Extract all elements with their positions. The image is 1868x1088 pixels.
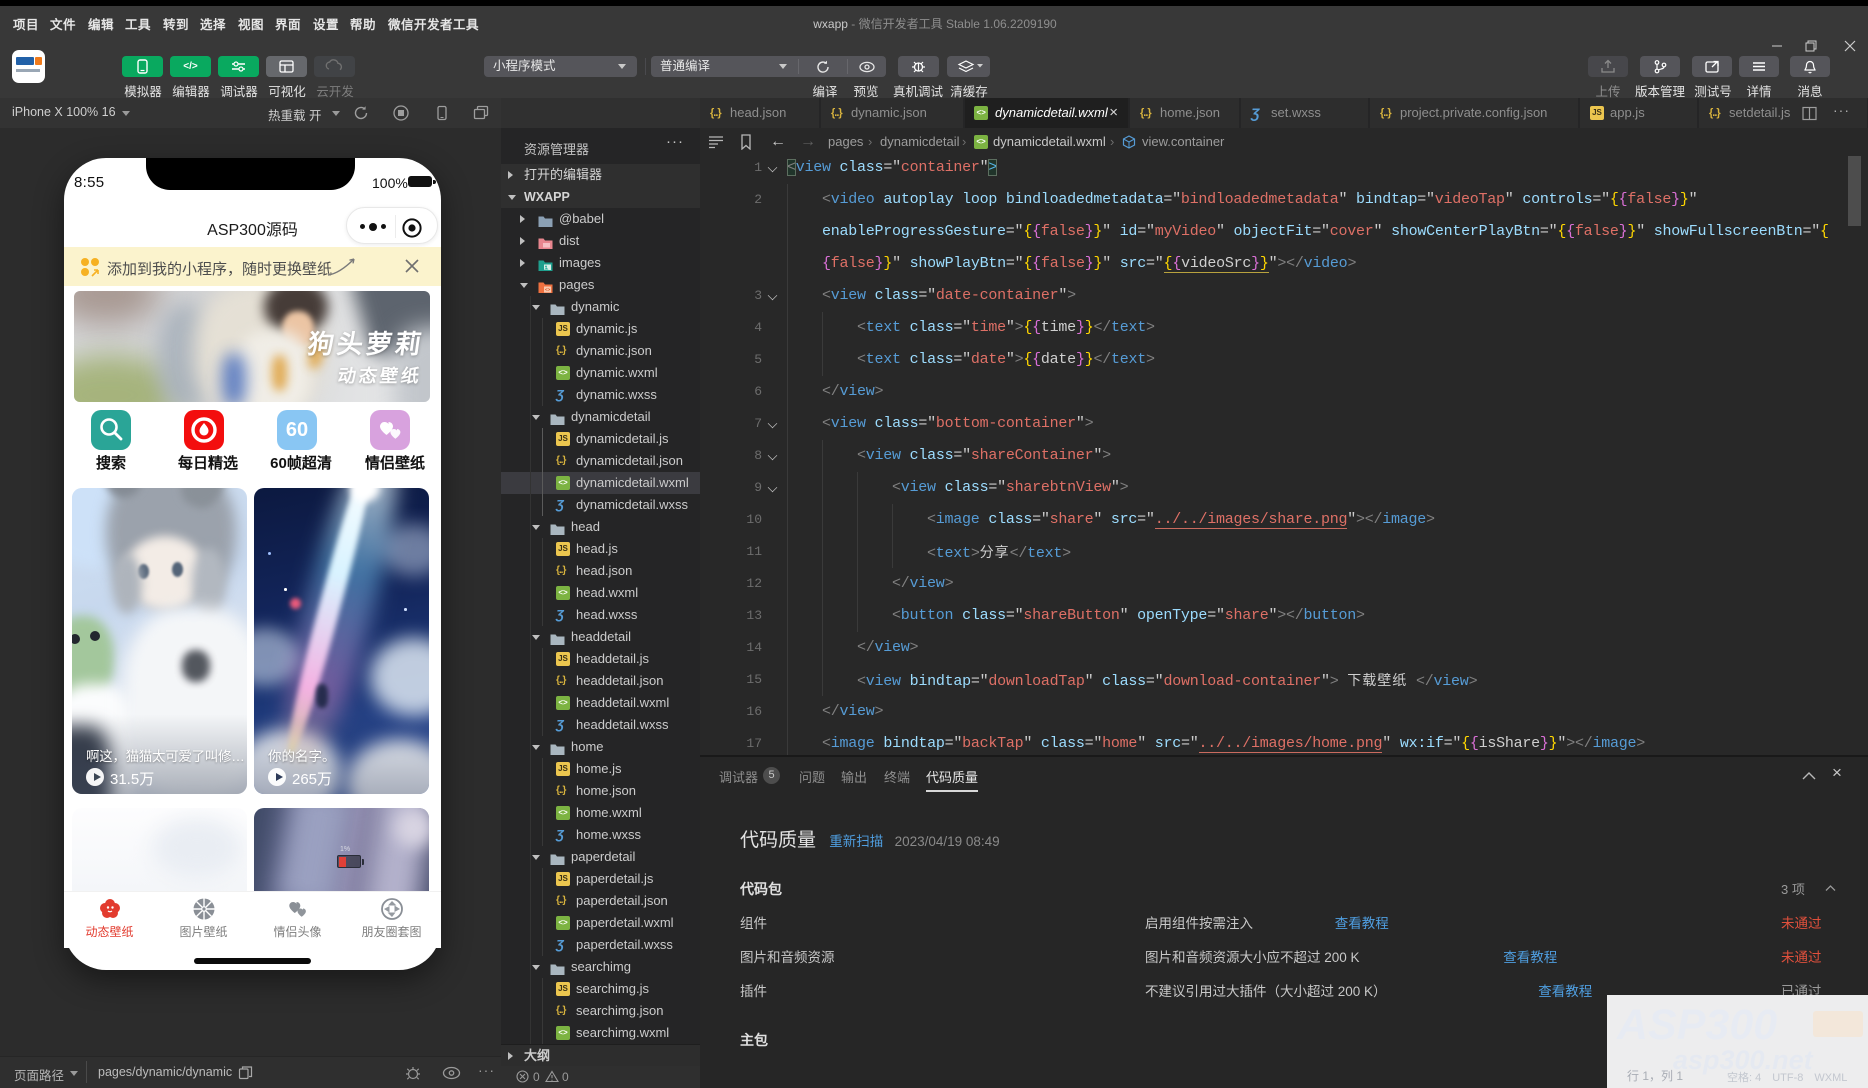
svg-text:<>: <> <box>545 287 551 292</box>
